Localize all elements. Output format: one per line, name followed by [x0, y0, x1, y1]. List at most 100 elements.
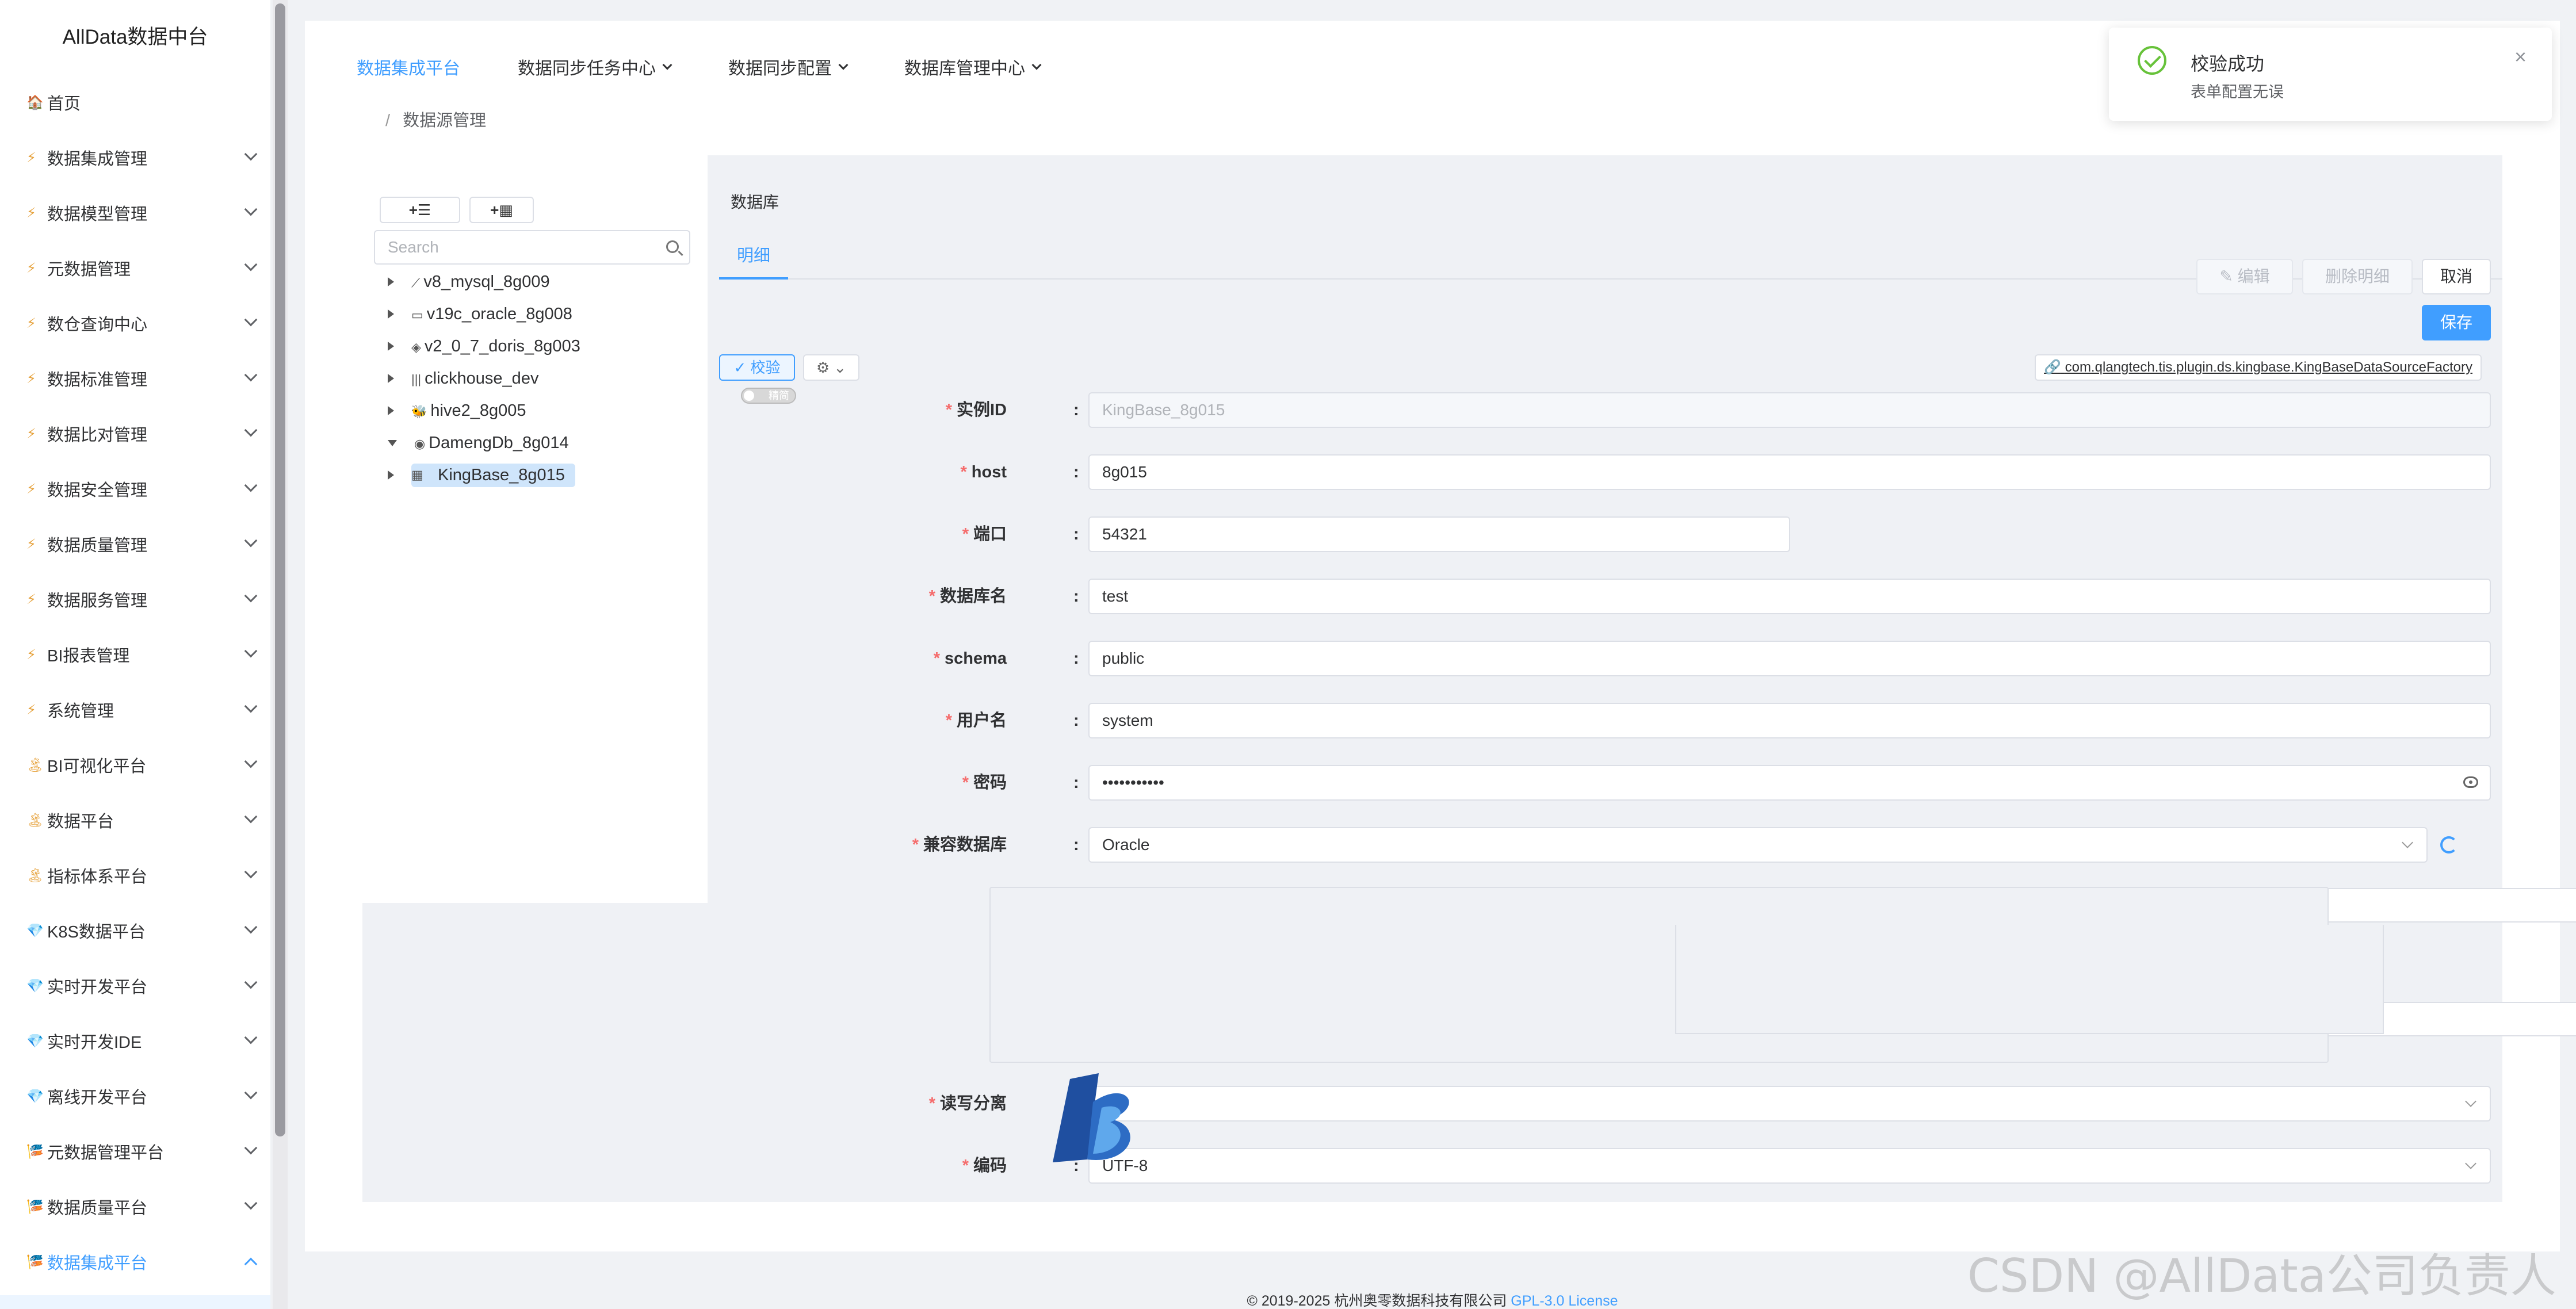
chevron-down-icon	[244, 202, 258, 216]
sidebar-item-label: 离线开发平台	[47, 1089, 148, 1107]
tab-detail[interactable]: 明细	[719, 242, 788, 280]
tree-node[interactable]: ◈ v2_0_7_doris_8g003	[362, 330, 708, 362]
search-icon[interactable]	[666, 240, 679, 253]
caret-right-icon[interactable]	[388, 277, 394, 286]
close-icon[interactable]: ×	[2514, 45, 2527, 69]
caret-down-icon[interactable]	[388, 439, 397, 446]
sidebar-item[interactable]: 💎 K8S数据平台	[0, 903, 270, 958]
validate-button[interactable]: ✓ 校验	[719, 354, 795, 381]
rw-split-select[interactable]: off	[1088, 1086, 2491, 1122]
tree-node-content[interactable]: ▦ KingBase_8g015	[411, 463, 575, 487]
refresh-icon[interactable]	[2440, 836, 2457, 853]
add-datasource-button[interactable]: +☰	[380, 197, 460, 223]
sidebar-item-label: 数据服务管理	[47, 592, 148, 610]
sidebar-item[interactable]: ⚡ BI报表管理	[0, 627, 270, 682]
sidebar-item[interactable]: ⚡ 元数据管理	[0, 240, 270, 296]
caret-right-icon[interactable]	[388, 374, 394, 383]
sidebar-item[interactable]: 🎏 数据质量平台	[0, 1179, 270, 1234]
dbname-input[interactable]: test	[1088, 579, 2491, 614]
tree-node[interactable]: ▭ v19c_oracle_8g008	[362, 298, 708, 330]
required-mark: *	[960, 463, 967, 481]
topnav-item-db-manage[interactable]: 数据库管理中心	[904, 54, 1042, 79]
sidebar-item[interactable]: 🏠 首页	[0, 75, 270, 130]
topnav-item-sync-config[interactable]: 数据同步配置	[728, 54, 849, 79]
sidebar-item[interactable]: 🎏 元数据管理平台	[0, 1124, 270, 1179]
sidebar-item-label: 数据比对管理	[47, 426, 148, 445]
port-input[interactable]: 54321	[1088, 516, 1790, 552]
tree-node[interactable]: ◉ DamengDb_8g014	[362, 427, 708, 459]
tree-node[interactable]: ⟋ v8_mysql_8g009	[362, 266, 708, 298]
sidebar-item-label: 数据安全管理	[47, 481, 148, 500]
sidebar-item[interactable]: 🏝 数据平台	[0, 793, 270, 848]
sidebar-item[interactable]: 💎 离线开发平台	[0, 1069, 270, 1124]
tree-node[interactable]: ▦ KingBase_8g015	[362, 459, 708, 491]
breadcrumb-separator: /	[385, 112, 391, 130]
compat-db-select[interactable]: Oracle	[1088, 827, 2428, 863]
add-table-button[interactable]: +▦	[469, 197, 534, 223]
sidebar-item[interactable]: 🏝 指标体系平台	[0, 848, 270, 903]
tree-node-content[interactable]: ||| clickhouse_dev	[411, 369, 542, 388]
sidebar-item[interactable]: 🏝 BI可视化平台	[0, 737, 270, 793]
sidebar-item[interactable]: 💎 实时开发IDE	[0, 1013, 270, 1069]
chevron-up-icon	[244, 1257, 258, 1271]
edit-button[interactable]: ✎ 编辑	[2196, 259, 2293, 294]
sidebar-item[interactable]: ⚡ 数据质量管理	[0, 516, 270, 572]
tree-node-content[interactable]: ▭ v19c_oracle_8g008	[411, 305, 576, 324]
menu-icon: ⚡	[26, 260, 36, 276]
cancel-button[interactable]: 取消	[2422, 259, 2491, 294]
save-button[interactable]: 保存	[2422, 305, 2491, 340]
sidebar-item[interactable]: ⚡ 数据服务管理	[0, 572, 270, 627]
host-input[interactable]: 8g015	[1088, 454, 2491, 490]
caret-right-icon[interactable]	[388, 470, 394, 480]
field-value: test	[1102, 587, 1129, 605]
username-input[interactable]: system	[1088, 703, 2491, 738]
encoding-select[interactable]: UTF-8	[1088, 1148, 2491, 1184]
password-input[interactable]: •••••••••••	[1088, 765, 2491, 801]
sidebar-item[interactable]: ⚡ 数据安全管理	[0, 461, 270, 516]
tree-node-content[interactable]: ◈ v2_0_7_doris_8g003	[411, 337, 584, 356]
sidebar-item[interactable]: ⚡ 数仓查询中心	[0, 296, 270, 351]
datasource-icon: |||	[411, 372, 422, 386]
schema-input[interactable]: public	[1088, 641, 2491, 676]
field-value: KingBase_8g015	[1102, 401, 1225, 419]
caret-right-icon[interactable]	[388, 309, 394, 319]
sidebar-item-label: 数据集成平台	[47, 1254, 148, 1273]
top-nav: 数据集成平台 数据同步任务中心 数据同步配置 数据库管理中心	[357, 54, 1098, 79]
sidebar-item[interactable]: ⚡ 系统管理	[0, 682, 270, 737]
delete-detail-button[interactable]: 删除明细	[2302, 259, 2413, 294]
tree-node[interactable]: ||| clickhouse_dev	[362, 362, 708, 395]
sidebar-item-label: BI可视化平台	[47, 757, 147, 776]
chevron-down-icon	[2402, 837, 2413, 848]
label-text: host	[971, 463, 1007, 481]
caret-right-icon[interactable]	[388, 342, 394, 351]
license-link[interactable]: GPL-3.0 License	[1511, 1293, 1618, 1309]
sidebar-item[interactable]: 🎏 数据集成平台	[0, 1234, 270, 1289]
simplify-toggle[interactable]: 精简	[741, 388, 796, 404]
menu-icon: ⚡	[26, 150, 36, 166]
sidebar-scrollbar-thumb[interactable]	[275, 3, 285, 1136]
tree-node-content[interactable]: 🐝 hive2_8g005	[411, 401, 530, 420]
dbname-label: * 数据库名	[880, 579, 1058, 614]
sidebar-item[interactable]: ⚡ 数据标准管理	[0, 351, 270, 406]
topnav-item-sync-task[interactable]: 数据同步任务中心	[518, 54, 672, 79]
sidebar-item[interactable]: ⚡ 数据比对管理	[0, 406, 270, 461]
tree-node-content[interactable]: ◉ DamengDb_8g014	[414, 434, 572, 453]
instance-id-input: KingBase_8g015	[1088, 392, 2491, 428]
plugin-class-link[interactable]: 🔗 com.qlangtech.tis.plugin.ds.kingbase.K…	[2035, 354, 2482, 381]
topnav-item-integration[interactable]: 数据集成平台	[357, 54, 460, 79]
chevron-down-icon	[2465, 1096, 2476, 1107]
sidebar-item[interactable]: 💎 实时开发平台	[0, 958, 270, 1013]
field-value: Oracle	[1102, 836, 1150, 853]
sidebar-item[interactable]: ⚡ 数据模型管理	[0, 185, 270, 240]
sidebar-item[interactable]: ⚡ 数据集成管理	[0, 130, 270, 185]
notification-message: 表单配置无误	[2191, 83, 2284, 101]
eye-icon[interactable]	[2463, 776, 2478, 788]
tree-node-content[interactable]: ⟋ v8_mysql_8g009	[411, 273, 553, 292]
sidebar-item-label: 数据集成管理	[47, 150, 148, 169]
caret-right-icon[interactable]	[388, 406, 394, 415]
settings-dropdown[interactable]: ⚙ ⌄	[803, 354, 859, 381]
field-value: public	[1102, 649, 1145, 667]
tree-node[interactable]: 🐝 hive2_8g005	[362, 395, 708, 427]
tree-search-input[interactable]	[375, 231, 651, 263]
menu-icon: ⚡	[26, 481, 36, 497]
